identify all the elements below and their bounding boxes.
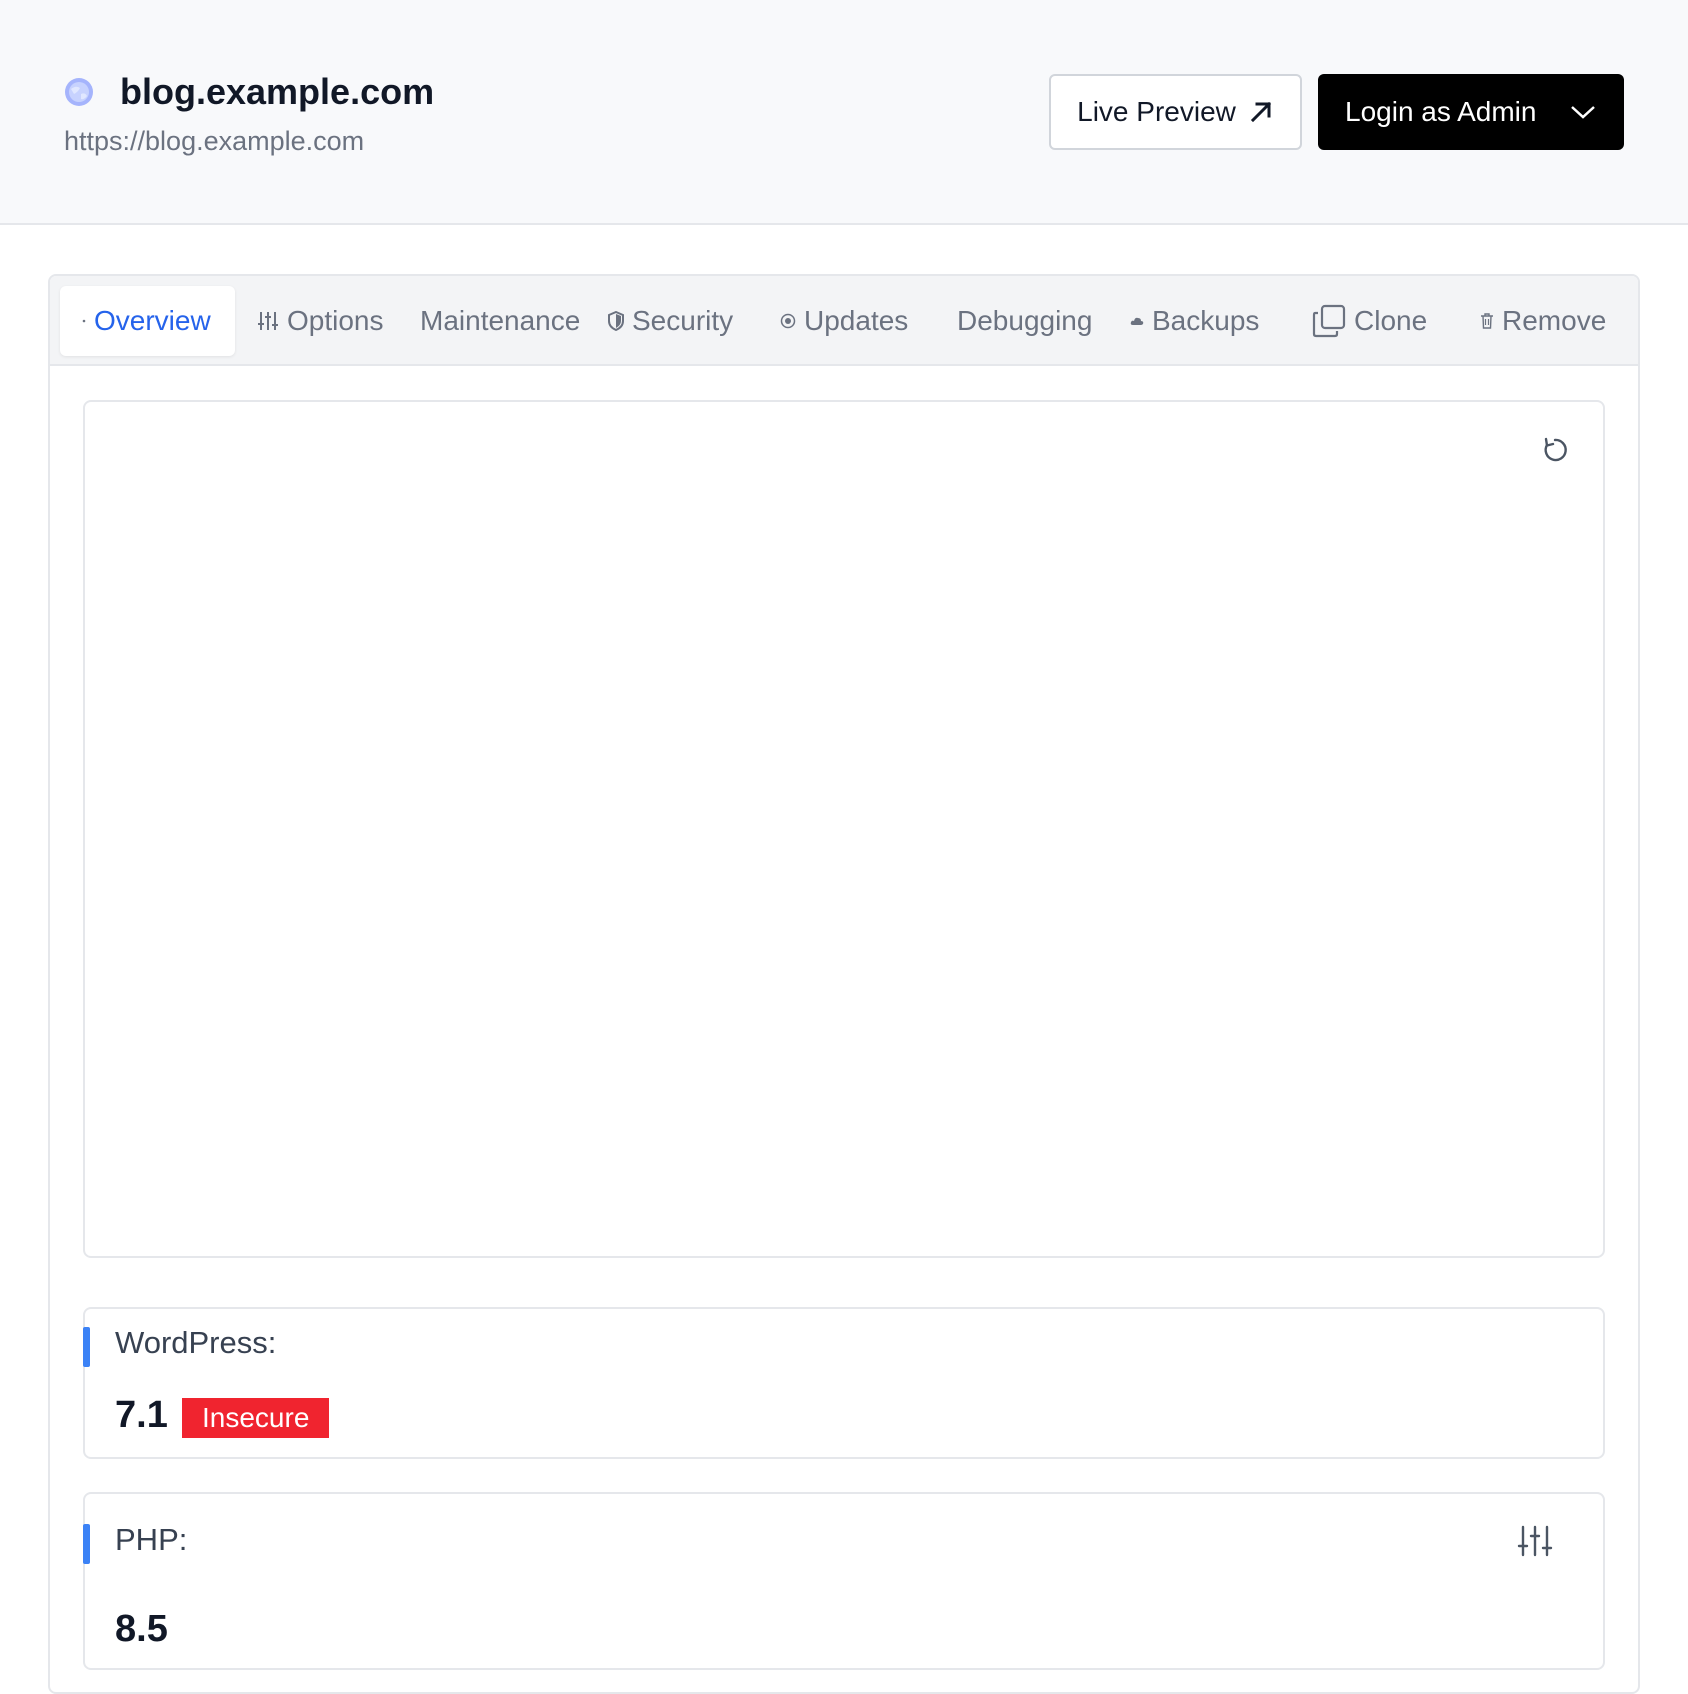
copy-icon [1312, 304, 1346, 338]
tab-label: Backups [1152, 305, 1260, 336]
tab-bar: Overview Options Maintenance Security Up [50, 276, 1638, 366]
tab-label: Debugging [957, 305, 1093, 336]
tab-label: Clone [1354, 305, 1428, 336]
update-icon [780, 313, 796, 329]
tab-remove[interactable]: Remove [1480, 286, 1606, 356]
tab-maintenance[interactable]: Maintenance [420, 286, 580, 356]
site-title: blog.example.com [120, 71, 435, 112]
wordpress-version-card: WordPress: 7.1 Insecure [83, 1307, 1605, 1459]
tab-backups[interactable]: Backups [1130, 286, 1259, 356]
site-header: blog.example.com https://blog.example.co… [0, 0, 1688, 225]
tab-debugging[interactable]: Debugging [957, 286, 1092, 356]
site-preview-frame [83, 400, 1605, 1258]
live-preview-label: Live Preview [1077, 96, 1236, 127]
tab-options[interactable]: Options [257, 286, 384, 356]
login-as-admin-button[interactable]: Login as Admin [1318, 74, 1624, 150]
globe-icon [65, 78, 93, 106]
cloud-icon [1130, 317, 1144, 325]
accent-bar [83, 1327, 90, 1367]
shield-icon [608, 311, 624, 331]
php-version: 8.5 [115, 1608, 168, 1650]
tab-label: Options [287, 305, 384, 336]
sliders-icon[interactable] [1517, 1524, 1553, 1558]
login-label: Login as Admin [1345, 96, 1537, 127]
wordpress-label: WordPress: [115, 1325, 277, 1360]
tab-label: Remove [1502, 305, 1607, 336]
tab-security[interactable]: Security [608, 286, 733, 356]
tab-label: Security [632, 305, 734, 336]
sliders-icon [258, 312, 278, 330]
chevron-down-icon[interactable] [1570, 100, 1596, 124]
site-panel: Overview Options Maintenance Security Up [48, 274, 1640, 1694]
php-label: PHP: [115, 1522, 188, 1557]
tab-clone[interactable]: Clone [1312, 286, 1427, 356]
live-preview-button[interactable]: Live Preview [1049, 74, 1302, 150]
dot-icon [82, 319, 86, 323]
site-url: https://blog.example.com [64, 126, 365, 156]
tab-updates[interactable]: Updates [780, 286, 908, 356]
wordpress-version: 7.1 [115, 1394, 168, 1436]
refresh-icon[interactable] [1541, 436, 1569, 464]
tab-label: Maintenance [420, 305, 581, 336]
tab-label: Overview [94, 305, 211, 336]
php-version-card: PHP: 8.5 [83, 1492, 1605, 1670]
tab-label: Updates [804, 305, 909, 336]
accent-bar [83, 1524, 90, 1564]
trash-icon [1481, 313, 1493, 329]
tab-overview[interactable]: Overview [60, 286, 235, 356]
status-badge: Insecure [182, 1398, 330, 1438]
external-arrow-icon [1250, 101, 1271, 123]
